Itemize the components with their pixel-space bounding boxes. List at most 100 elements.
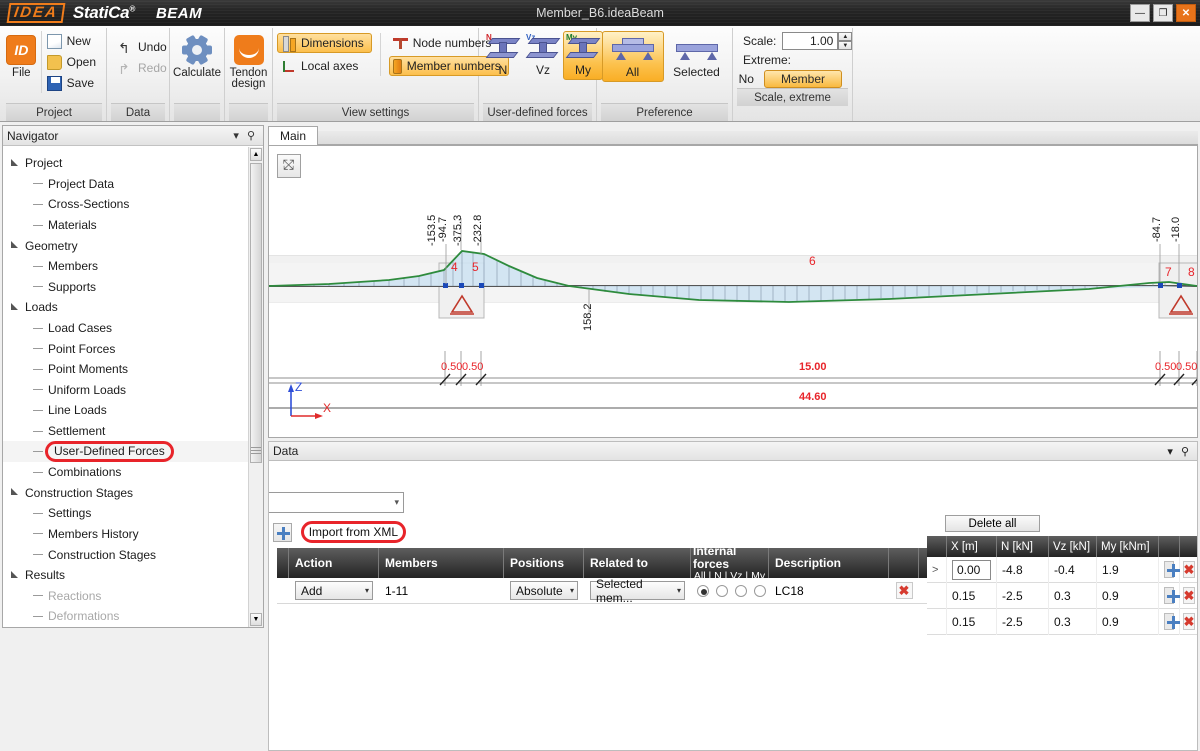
cell-x[interactable]: 0.00 [947,557,997,583]
undo-button[interactable]: ↰ Undo [116,37,173,57]
sidebar-item-members-history[interactable]: Members History [3,524,263,545]
sidebar-item-members[interactable]: Members [3,256,263,277]
sidebar-item-construction-stages[interactable]: Construction Stages [3,483,263,504]
cell-x[interactable]: 0.15 [947,583,997,609]
radio-my[interactable] [754,585,766,597]
sidebar-item-construction-stages[interactable]: Construction Stages [3,544,263,565]
sidebar-item-settings[interactable]: Settings [3,503,263,524]
maximize-button[interactable]: ❐ [1153,4,1173,22]
sidebar-item-supports[interactable]: Supports [3,277,263,298]
expander-icon[interactable] [11,241,20,250]
expander-icon[interactable] [11,159,20,168]
scale-spinner[interactable]: ▲▼ [838,32,852,50]
plus-icon[interactable] [273,523,292,542]
preference-all-label: All [626,65,639,79]
pin-icon[interactable]: ⚲ [243,129,259,142]
plus-icon[interactable] [1164,561,1174,578]
toggle-local-axes[interactable]: Local axes [277,56,372,76]
cell-x-input[interactable]: 0.00 [952,560,991,580]
scroll-up-arrow[interactable]: ▲ [250,148,262,161]
scale-label: Scale: [743,34,776,48]
forces-table: Action Members Positions Related to Inte… [277,548,927,604]
sidebar-item-load-cases[interactable]: Load Cases [3,318,263,339]
sidebar-item-user-defined-forces[interactable]: User-Defined Forces [3,441,263,462]
cell-n[interactable]: -2.5 [997,583,1049,609]
members-value[interactable]: 1-11 [379,578,504,604]
minimize-button[interactable]: — [1130,4,1150,22]
cell-vz[interactable]: 0.3 [1049,583,1097,609]
chevron-down-icon[interactable]: ▾ [229,129,243,142]
positions-dropdown[interactable]: Absolute ▾ [510,581,578,600]
pin-icon[interactable]: ⚲ [1177,445,1193,458]
delete-red-x-icon[interactable]: ✖ [1183,561,1196,578]
internal-forces-row[interactable]: 0.15-2.50.30.9 ✖ [927,583,1198,609]
open-button[interactable]: Open [45,52,102,72]
sidebar-item-line-loads[interactable]: Line Loads [3,400,263,421]
cell-vz[interactable]: 0.3 [1049,609,1097,635]
extreme-member-button[interactable]: Member [764,70,842,88]
tendon-design-button[interactable]: Tendon design [229,31,268,90]
internal-forces-row[interactable]: 0.15-2.50.30.9 ✖ [927,609,1198,635]
title-bar: IDEA StatiCa® BEAM Member_B6.ideaBeam — … [0,0,1200,26]
toggle-dimensions[interactable]: Dimensions [277,33,372,53]
load-case-combo[interactable]: ▾ [268,492,404,513]
sidebar-item-loads[interactable]: Loads [3,297,263,318]
new-button[interactable]: New [45,31,102,51]
plus-icon[interactable] [1164,587,1174,604]
sidebar-item-cross-sections[interactable]: Cross-Sections [3,194,263,215]
tab-main[interactable]: Main [268,126,318,145]
sidebar-item-point-moments[interactable]: Point Moments [3,359,263,380]
related-to-dropdown[interactable]: Selected mem... ▾ [590,581,685,600]
expander-icon[interactable] [11,303,20,312]
delete-all-button[interactable]: Delete all [945,515,1040,532]
delete-red-x-icon[interactable]: ✖ [896,582,913,599]
scroll-thumb[interactable] [250,163,262,463]
chevron-down-icon[interactable]: ▾ [1163,445,1177,458]
navigator-scrollbar[interactable]: ▲ ▼ [248,147,263,627]
table-row[interactable]: Add ▾ 1-11 Absolute ▾ Selected mem... [277,578,927,604]
extreme-no-button[interactable]: No [739,72,754,86]
calculate-button[interactable]: Calculate [173,31,221,79]
cell-my[interactable]: 0.9 [1097,609,1159,635]
scale-input[interactable]: 1.00 [782,32,838,50]
cell-n[interactable]: -2.5 [997,609,1049,635]
force-button-vz[interactable]: Vz Vz [523,31,563,80]
import-from-xml-button[interactable]: Import from XML [301,521,406,543]
cell-vz[interactable]: -0.4 [1049,557,1097,583]
sidebar-item-settlement[interactable]: Settlement [3,421,263,442]
sidebar-item-project-data[interactable]: Project Data [3,174,263,195]
radio-vz[interactable] [735,585,747,597]
preference-selected-button[interactable]: Selected [666,31,728,82]
internal-forces-radio-group[interactable] [697,585,766,597]
description-value[interactable]: LC18 [769,578,889,604]
radio-all[interactable] [697,585,709,597]
cell-x[interactable]: 0.15 [947,609,997,635]
sidebar-item-uniform-loads[interactable]: Uniform Loads [3,380,263,401]
beam-viewport[interactable]: -94.7 -153.5 -375.3 -232.8 158.2 -84.7 -… [268,145,1198,438]
delete-red-x-icon[interactable]: ✖ [1183,587,1196,604]
cell-my[interactable]: 0.9 [1097,583,1159,609]
expander-icon[interactable] [11,488,20,497]
cell-n[interactable]: -4.8 [997,557,1049,583]
sidebar-item-results[interactable]: Results [3,565,263,586]
action-dropdown[interactable]: Add ▾ [295,581,373,600]
row-marker: > [927,557,947,583]
delete-red-x-icon[interactable]: ✖ [1183,613,1196,630]
sidebar-item-combinations[interactable]: Combinations [3,462,263,483]
file-button[interactable]: ID File [6,31,37,79]
redo-arrow-icon: ↱ [118,61,133,76]
plus-icon[interactable] [1164,613,1174,630]
internal-forces-row[interactable]: >0.00 -4.8-0.41.9 ✖ [927,557,1198,583]
expander-icon[interactable] [11,571,20,580]
close-button[interactable]: ✕ [1176,4,1196,22]
sidebar-item-geometry[interactable]: Geometry [3,235,263,256]
scroll-down-arrow[interactable]: ▼ [250,613,262,626]
sidebar-item-materials[interactable]: Materials [3,215,263,236]
save-button[interactable]: Save [45,73,102,93]
preference-all-button[interactable]: All [602,31,664,82]
radio-n[interactable] [716,585,728,597]
cell-my[interactable]: 1.9 [1097,557,1159,583]
force-button-n[interactable]: N N [483,31,523,80]
sidebar-item-point-forces[interactable]: Point Forces [3,338,263,359]
sidebar-item-project[interactable]: Project [3,153,263,174]
